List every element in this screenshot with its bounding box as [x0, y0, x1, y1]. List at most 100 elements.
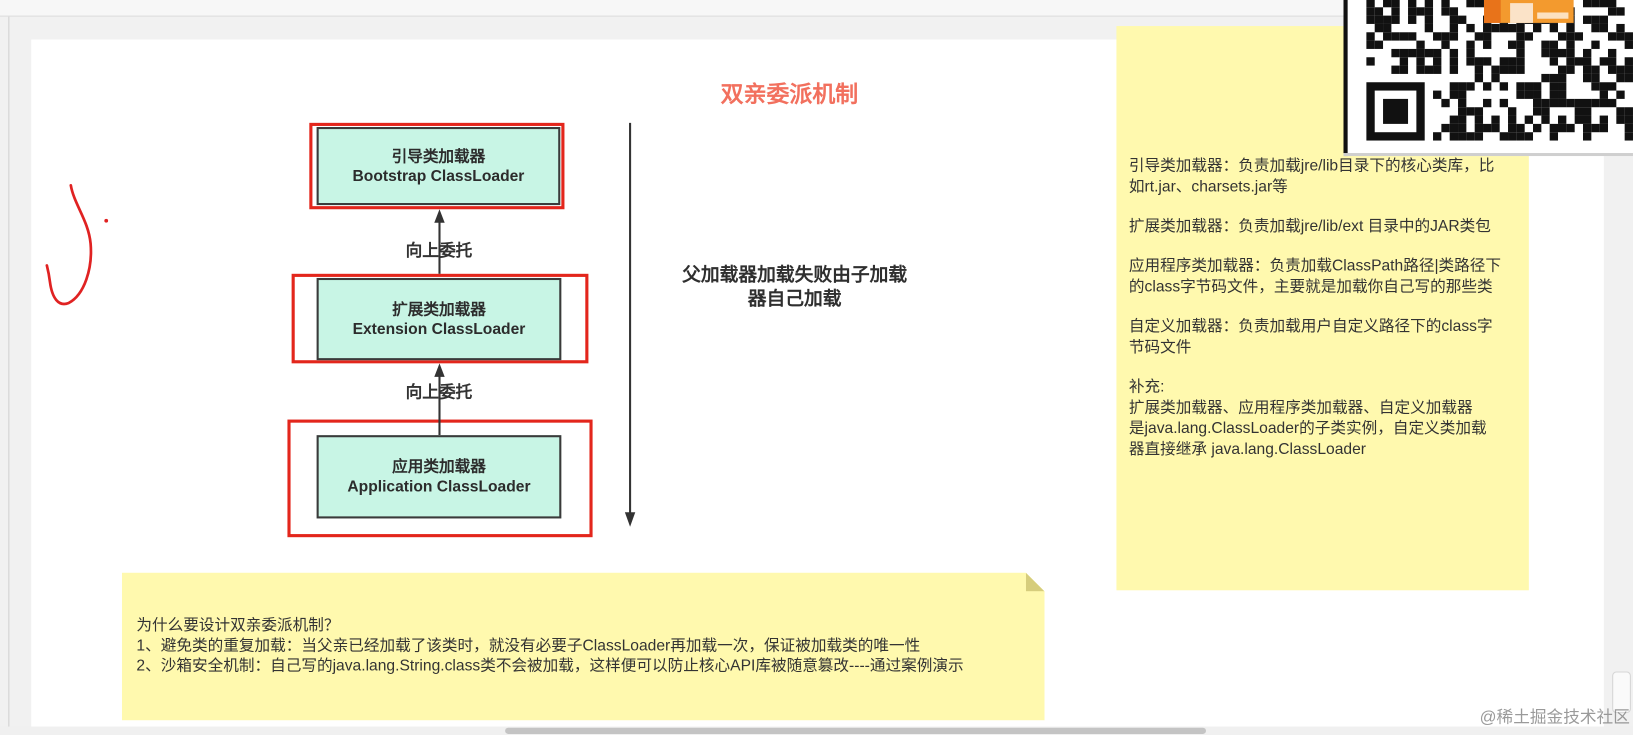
- qr-module: [1566, 65, 1575, 74]
- qr-module: [1416, 40, 1425, 49]
- qr-module: [1483, 98, 1492, 108]
- qr-module: [1574, 57, 1584, 66]
- loader-en-label: Bootstrap ClassLoader: [352, 167, 525, 185]
- qr-module: [1449, 123, 1459, 133]
- qr-module: [1591, 40, 1600, 49]
- qr-module: [1441, 40, 1450, 49]
- horizontal-scrollbar-thumb[interactable]: [505, 727, 1206, 734]
- application-loader-box[interactable]: 应用类加载器 Application ClassLoader: [316, 435, 562, 519]
- qr-module: [1583, 73, 1592, 83]
- qr-module: [1441, 32, 1450, 41]
- qr-module: [1516, 48, 1525, 58]
- qr-module: [1474, 115, 1484, 124]
- left-border-rule: [8, 16, 10, 727]
- note-line: 为什么要设计双亲委派机制？: [136, 616, 340, 635]
- qr-module: [1499, 98, 1509, 108]
- qr-module: [1533, 23, 1542, 33]
- qr-module: [1583, 132, 1592, 141]
- qr-module: [1583, 98, 1592, 108]
- qr-module: [1408, 48, 1417, 58]
- qr-module: [1366, 7, 1375, 16]
- qr-module: [1458, 82, 1467, 91]
- qr-module: [1366, 15, 1375, 24]
- qr-code-image: [1343, 0, 1633, 157]
- qr-module: [1524, 32, 1534, 41]
- qr-module: [1466, 23, 1475, 33]
- qr-module: [1566, 23, 1575, 33]
- qr-module: [1591, 82, 1600, 91]
- qr-module: [1516, 23, 1525, 33]
- delegate-label-upper: 向上委托: [405, 242, 473, 261]
- note-line: 1、避免类的重复加载：当父亲已经加载了该类时，就没有必要子ClassLoader…: [136, 636, 921, 655]
- qr-module: [1607, 98, 1617, 108]
- qr-module: [1474, 0, 1484, 8]
- fallback-line: 器自己加载: [747, 288, 842, 310]
- qr-module: [1541, 40, 1550, 49]
- qr-module: [1483, 23, 1492, 33]
- sticky-note-text: 引导类加载器：负责加载jre/lib目录下的核心类库，比 如rt.jar、cha…: [1129, 156, 1501, 479]
- qr-module: [1541, 107, 1550, 116]
- qr-module: [1424, 23, 1434, 33]
- note-line: 节码文件: [1128, 338, 1192, 357]
- qr-module: [1449, 82, 1459, 91]
- qr-module: [1449, 7, 1459, 16]
- qr-module: [1408, 0, 1417, 8]
- qr-module: [1508, 65, 1517, 74]
- qr-module: [1524, 82, 1534, 91]
- note-line: 如rt.jar、charsets.jar等: [1128, 178, 1288, 196]
- side-scroll-handle[interactable]: [1612, 671, 1631, 714]
- qr-module: [1416, 65, 1425, 74]
- qr-module: [1508, 40, 1517, 49]
- qr-left-border: [1343, 0, 1348, 157]
- qr-module: [1449, 115, 1459, 124]
- qr-module: [1391, 15, 1400, 24]
- qr-module: [1516, 65, 1525, 74]
- note-line: 自定义加载器：负责加载用户自定义路径下的class字: [1128, 317, 1493, 336]
- qr-module: [1599, 15, 1608, 24]
- qr-module: [1516, 132, 1525, 141]
- qr-module: [1441, 123, 1450, 133]
- qr-module: [1374, 23, 1384, 33]
- qr-module: [1624, 57, 1633, 66]
- note-paragraph-extension: 扩展类加载器：负责加载jre/lib/ext 目录中的JAR类包: [1129, 217, 1501, 238]
- horizontal-scrollbar[interactable]: [0, 726, 1633, 735]
- why-delegation-sticky-note[interactable]: 为什么要设计双亲委派机制？ 1、避免类的重复加载：当父亲已经加载了该类时，就没有…: [122, 573, 1045, 721]
- qr-module: [1558, 48, 1567, 58]
- qr-module: [1483, 123, 1492, 133]
- qr-module: [1524, 90, 1534, 99]
- qr-module: [1383, 15, 1392, 24]
- qr-module: [1616, 115, 1625, 124]
- qr-module: [1508, 57, 1517, 66]
- qr-module: [1516, 40, 1525, 49]
- qr-module: [1574, 98, 1584, 108]
- qr-module: [1591, 73, 1600, 83]
- qr-module: [1483, 32, 1492, 41]
- extension-loader-box[interactable]: 扩展类加载器 Extension ClassLoader: [316, 277, 562, 361]
- qr-module: [1616, 32, 1625, 41]
- qr-module: [1516, 32, 1525, 41]
- qr-module: [1366, 57, 1375, 66]
- qr-module: [1399, 32, 1409, 41]
- qr-module: [1583, 0, 1592, 8]
- qr-module: [1449, 48, 1459, 58]
- qr-module: [1399, 65, 1409, 74]
- qr-module: [1491, 65, 1500, 74]
- qr-module: [1466, 0, 1475, 8]
- sticky-note-text: 为什么要设计双亲委派机制？ 1、避免类的重复加载：当父亲已经加载了该类时，就没有…: [136, 615, 963, 676]
- qr-finder: [1383, 98, 1409, 124]
- qr-module: [1549, 57, 1559, 66]
- qr-module: [1474, 32, 1484, 41]
- qr-module: [1549, 23, 1559, 33]
- qr-module: [1433, 57, 1442, 66]
- qr-module: [1599, 23, 1608, 33]
- qr-module: [1366, 0, 1375, 8]
- qr-module: [1499, 57, 1509, 66]
- bootstrap-loader-box[interactable]: 引导类加载器 Bootstrap ClassLoader: [316, 127, 561, 206]
- qr-module: [1591, 98, 1600, 108]
- note-line: 是java.lang.ClassLoader的子类实例，自定义类加载: [1128, 419, 1487, 438]
- qr-module: [1583, 123, 1592, 133]
- qr-module: [1416, 7, 1425, 16]
- diagram-title: 双亲委派机制: [720, 81, 859, 108]
- qr-module: [1408, 32, 1417, 41]
- qr-module: [1591, 0, 1600, 8]
